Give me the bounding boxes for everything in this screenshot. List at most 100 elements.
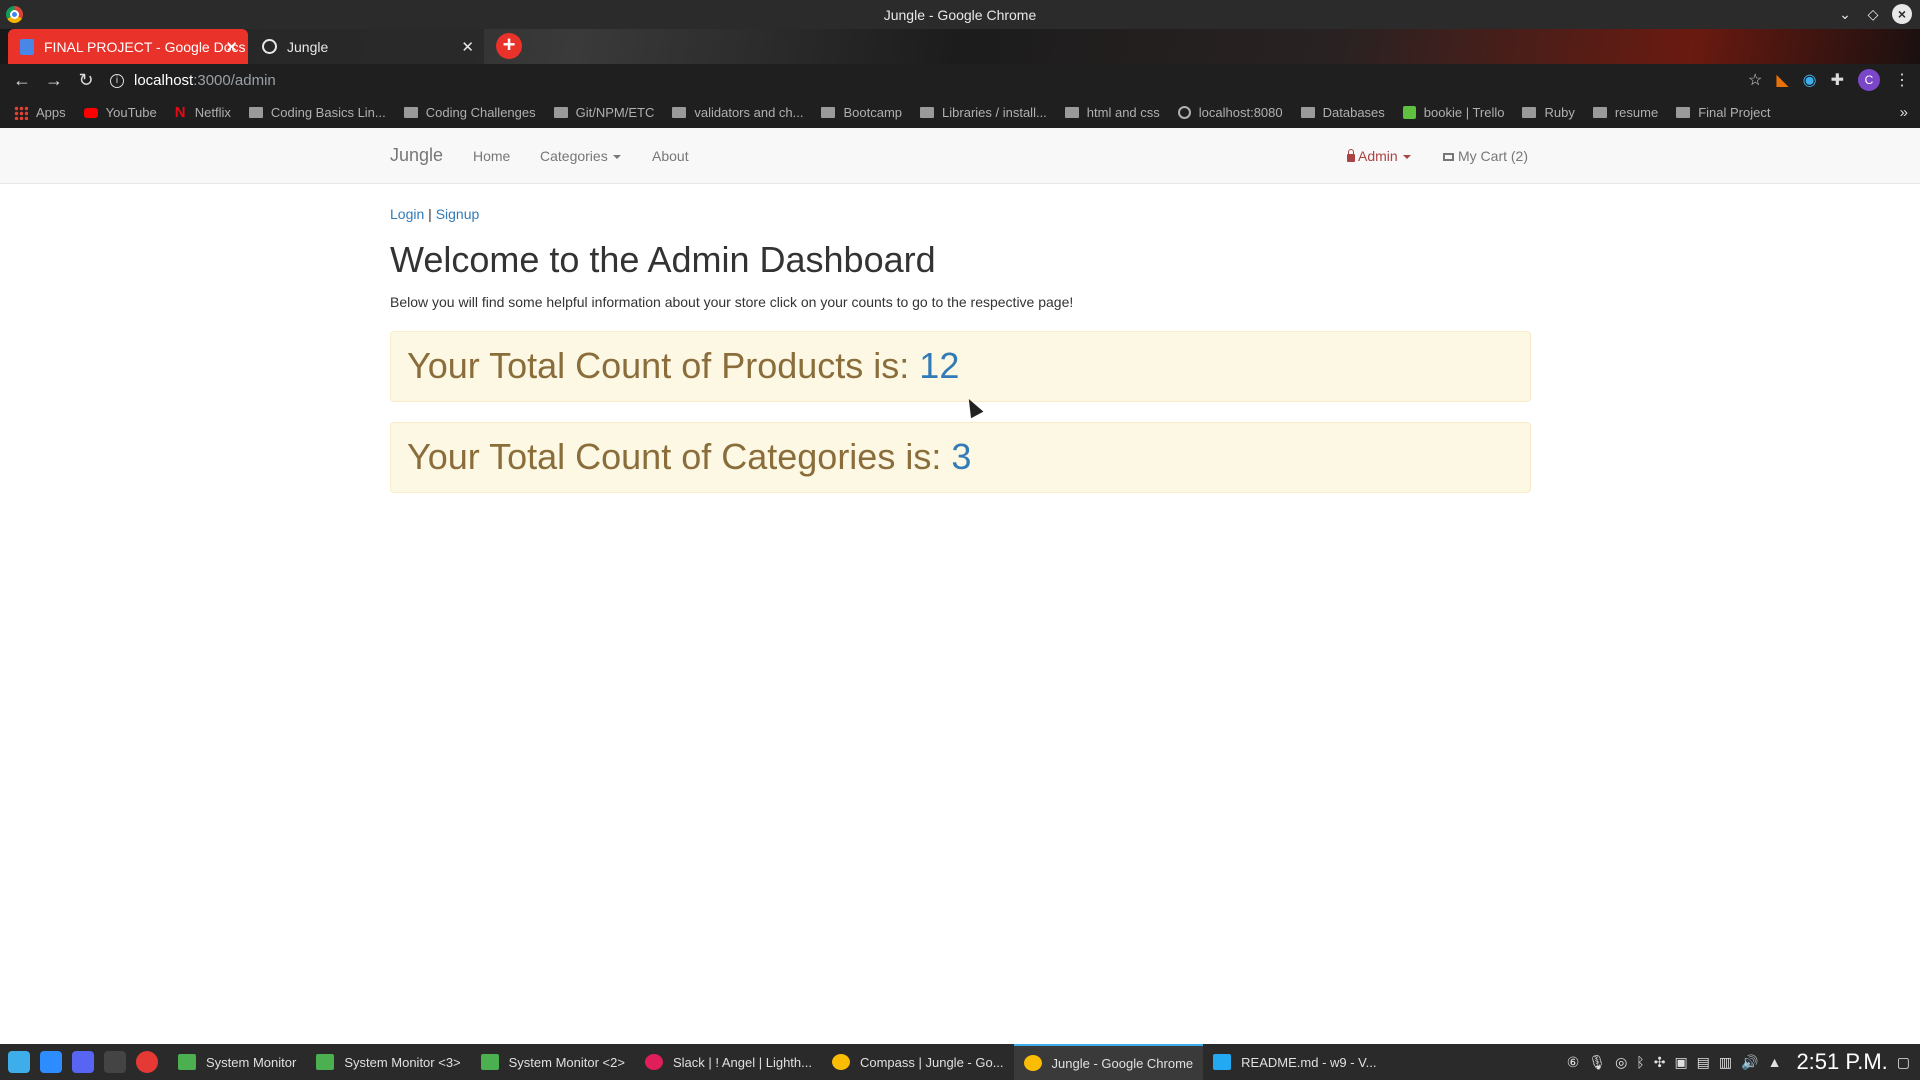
globe-icon <box>262 39 277 54</box>
nav-categories-label: Categories <box>540 148 608 164</box>
sync-extension-icon[interactable]: ◉ <box>1803 70 1817 90</box>
apps-grid-icon <box>14 105 28 120</box>
tab-jungle[interactable]: Jungle ✕ <box>250 29 484 64</box>
taskbar-app[interactable]: Slack | ! Angel | Lighth... <box>635 1044 822 1080</box>
categories-count-link[interactable]: 3 <box>951 436 971 478</box>
chrome-icon <box>1023 1055 1042 1071</box>
page-title: Welcome to the Admin Dashboard <box>390 239 936 280</box>
bookmark-netflix[interactable]: N Netflix <box>175 104 231 121</box>
extensions-puzzle-icon[interactable]: ✚ <box>1831 70 1844 90</box>
signup-link[interactable]: Signup <box>436 206 480 222</box>
bookmark-folder[interactable]: resume <box>1592 105 1658 120</box>
window-controls: ⌄ ◇ × <box>1836 4 1912 24</box>
system-monitor-icon <box>178 1054 196 1070</box>
bookmark-label: Databases <box>1322 105 1385 120</box>
taskbar-app[interactable]: System Monitor <2> <box>471 1044 635 1080</box>
folder-icon <box>1522 107 1537 118</box>
bookmark-star-icon[interactable]: ☆ <box>1748 70 1762 90</box>
terminal-icon[interactable] <box>104 1051 126 1073</box>
shopping-cart-icon <box>1443 153 1454 161</box>
folder-icon <box>1676 107 1691 118</box>
forward-icon[interactable]: → <box>38 70 70 91</box>
maximize-icon[interactable]: ◇ <box>1864 6 1882 23</box>
new-tab-button[interactable]: + <box>496 33 522 59</box>
system-monitor-icon <box>480 1054 499 1070</box>
tray-expand-icon[interactable]: ▲ <box>1768 1054 1782 1070</box>
bookmarks-overflow-icon[interactable]: » <box>1900 104 1908 121</box>
bookmark-folder[interactable]: Ruby <box>1522 105 1575 120</box>
extension-icon[interactable]: ◣ <box>1776 70 1788 90</box>
nav-cart-label: My Cart (2) <box>1458 148 1528 164</box>
bookmark-localhost[interactable]: localhost:8080 <box>1177 105 1283 120</box>
bookmark-folder[interactable]: Libraries / install... <box>920 105 1047 120</box>
profile-avatar[interactable]: C <box>1858 69 1880 91</box>
bookmark-label: Final Project <box>1698 105 1771 120</box>
network-icon[interactable]: ◎ <box>1615 1054 1627 1071</box>
bookmark-folder[interactable]: html and css <box>1064 105 1160 120</box>
tab-close-icon[interactable]: ✕ <box>461 38 474 56</box>
address-bar[interactable]: i localhost:3000/admin <box>110 67 1750 94</box>
taskbar-app[interactable]: README.md - w9 - V... <box>1203 1044 1386 1080</box>
navbar-brand[interactable]: Jungle <box>390 145 443 166</box>
toolbar-right-icons: ☆ ◣ ◉ ✚ C ⋮ <box>1748 69 1910 91</box>
nav-home[interactable]: Home <box>473 148 510 164</box>
taskbar-app-active[interactable]: Jungle - Google Chrome <box>1013 1044 1204 1080</box>
window-close-icon[interactable]: × <box>1892 4 1912 24</box>
nav-categories-dropdown[interactable]: Categories <box>540 148 621 164</box>
bookmark-label: localhost:8080 <box>1198 105 1283 120</box>
battery-icon[interactable]: ▥ <box>1719 1054 1732 1071</box>
bookmark-folder[interactable]: Databases <box>1300 105 1385 120</box>
bookmark-label: Coding Basics Lin... <box>270 105 386 120</box>
clipboard-icon[interactable]: ▤ <box>1697 1054 1710 1071</box>
taskbar-app[interactable]: System Monitor <3> <box>306 1044 470 1080</box>
reload-icon[interactable]: ↻ <box>70 70 102 91</box>
youtube-icon <box>83 107 98 118</box>
tab-close-icon[interactable]: ✕ <box>225 38 238 56</box>
zoom-icon[interactable] <box>40 1051 62 1073</box>
nav-about[interactable]: About <box>652 148 689 164</box>
site-info-icon[interactable]: i <box>110 73 124 88</box>
taskbar-app-label: README.md - w9 - V... <box>1241 1054 1377 1070</box>
nav-admin-dropdown[interactable]: Admin <box>1347 148 1411 164</box>
media-player-icon[interactable] <box>136 1051 158 1073</box>
back-icon[interactable]: ← <box>6 70 38 91</box>
microphone-icon[interactable]: 🎙 <box>1588 1054 1606 1071</box>
login-link[interactable]: Login <box>390 206 424 222</box>
menu-kebab-icon[interactable]: ⋮ <box>1894 70 1910 90</box>
taskbar-app[interactable]: Compass | Jungle - Go... <box>822 1044 1014 1080</box>
taskbar-app-label: System Monitor <box>206 1054 297 1070</box>
volume-icon[interactable]: 🔊 <box>1741 1054 1758 1071</box>
products-count-link[interactable]: 12 <box>919 345 959 387</box>
taskbar-app-label: System Monitor <3> <box>344 1054 461 1070</box>
app-launcher-icon[interactable] <box>8 1051 30 1073</box>
tab-strip: FINAL PROJECT - Google Docs ✕ Jungle ✕ + <box>0 29 1920 64</box>
taskbar-clock[interactable]: 2:51 P.M. <box>1796 1049 1887 1075</box>
show-desktop-icon[interactable]: ▢ <box>1897 1054 1910 1071</box>
discord-icon[interactable] <box>72 1051 94 1073</box>
caret-down-icon <box>1402 155 1411 160</box>
caret-down-icon <box>612 155 621 160</box>
bookmark-label: bookie | Trello <box>1423 105 1505 120</box>
display-icon[interactable]: ▣ <box>1674 1054 1687 1071</box>
bookmark-folder[interactable]: Coding Basics Lin... <box>248 105 386 120</box>
bookmark-folder[interactable]: Git/NPM/ETC <box>553 105 654 120</box>
system-monitor-icon <box>316 1054 335 1070</box>
folder-icon <box>1592 107 1607 118</box>
bookmark-trello[interactable]: bookie | Trello <box>1402 105 1505 120</box>
bookmark-youtube[interactable]: YouTube <box>83 105 157 120</box>
slack-tray-icon[interactable]: ✣ <box>1654 1054 1666 1071</box>
tab-google-docs[interactable]: FINAL PROJECT - Google Docs ✕ <box>8 29 248 64</box>
bookmark-folder[interactable]: Coding Challenges <box>403 105 536 120</box>
browser-toolbar: ← → ↻ i localhost:3000/admin ☆ ◣ ◉ ✚ C ⋮ <box>0 64 1920 97</box>
bookmark-folder[interactable]: validators and ch... <box>672 105 803 120</box>
nav-admin-label: Admin <box>1358 148 1398 164</box>
minimize-icon[interactable]: ⌄ <box>1836 6 1854 23</box>
bookmark-folder[interactable]: Final Project <box>1676 105 1770 120</box>
bookmark-apps[interactable]: Apps <box>14 105 66 120</box>
page-intro: Below you will find some helpful informa… <box>390 293 1074 310</box>
tray-six-icon[interactable]: ⑥ <box>1567 1054 1580 1071</box>
nav-cart[interactable]: My Cart (2) <box>1443 148 1528 164</box>
taskbar-app[interactable]: System Monitor <box>168 1044 306 1080</box>
bookmark-folder[interactable]: Bootcamp <box>821 105 902 120</box>
bluetooth-icon[interactable]: ᛒ <box>1636 1054 1644 1070</box>
